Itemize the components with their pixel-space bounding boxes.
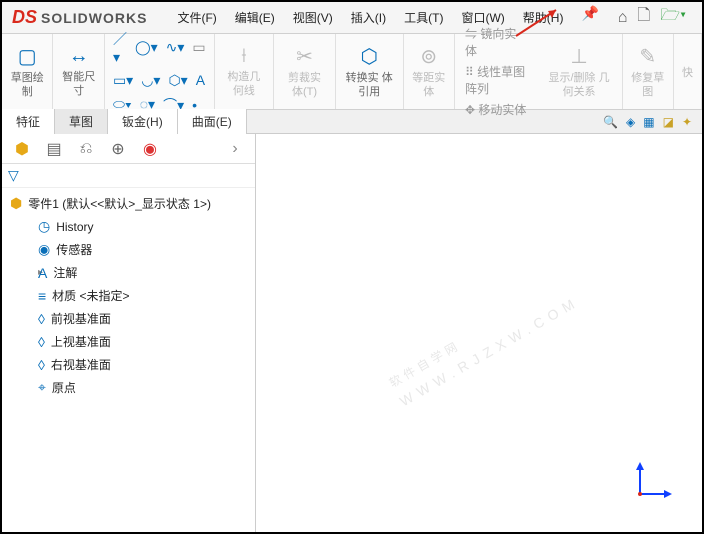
btn-sketch-draw[interactable]: ▢ 草图绘 制 — [2, 34, 53, 109]
tab-sketch[interactable]: 草图 — [55, 109, 108, 134]
menu-tools[interactable]: 工具(T) — [396, 5, 451, 30]
tree-filter[interactable]: ▽ — [2, 164, 255, 188]
tree-root-part[interactable]: ⬢ 零件1 (默认<<默认>_显示状态 1>) — [4, 192, 253, 215]
mirror-icon: ⇋ — [465, 27, 480, 41]
home-icon[interactable]: ⌂ — [618, 9, 628, 27]
polygon-icon[interactable]: ⬡▾ — [168, 72, 187, 89]
btn-linear-pattern[interactable]: ⠿ 线性草图阵列 — [465, 63, 527, 97]
text-icon[interactable]: A — [196, 72, 205, 88]
tree-right-plane[interactable]: ◊ 右视基准面 — [4, 353, 253, 376]
sketch-icon: ▢ — [18, 44, 37, 69]
feature-manager-panel: ⬢ ▤ ⎌ ⊕ ◉ › ▽ ⬢ 零件1 (默认<<默认>_显示状态 1>) ◷ … — [2, 134, 256, 532]
tree-sensors[interactable]: ◉ 传感器 — [4, 238, 253, 261]
config-tab-icon[interactable]: ⎌ — [70, 140, 102, 158]
tree-origin[interactable]: ⌖ 原点 — [4, 376, 253, 399]
btn-move[interactable]: ✥ 移动实体 — [465, 101, 527, 118]
menu-edit[interactable]: 编辑(E) — [227, 5, 283, 30]
sensor-icon: ◉ — [38, 241, 50, 258]
appearance-icon[interactable]: ✦ — [682, 115, 692, 129]
watermark: 软件自学网 WWW.RJZXW.COM — [376, 257, 582, 410]
zoom-fit-icon[interactable]: 🔍 — [603, 115, 618, 129]
ribbon: ▢ 草图绘 制 ↔ 智能尺 寸 ／▾ ◯▾ ∿▾ ▭ ▭▾ ◡▾ ⬡▾ A ⬭▾… — [2, 34, 702, 110]
part-icon: ⬢ — [10, 195, 22, 212]
app-logo: DS SOLIDWORKS — [2, 7, 157, 28]
panel-tab-icons: ⬢ ▤ ⎌ ⊕ ◉ › — [2, 134, 255, 164]
circle-icon[interactable]: ◯▾ — [135, 39, 158, 56]
quick-access-toolbar: ⌂ 🗋 🗁▾ — [618, 4, 702, 31]
btn-trim[interactable]: ✂ 剪裁实 体(T) — [274, 34, 336, 109]
pattern-icon: ⠿ — [465, 65, 477, 79]
tree-history[interactable]: ◷ History — [4, 215, 253, 238]
funnel-icon: ▽ — [8, 167, 19, 184]
menu-bar: 文件(F) 编辑(E) 视图(V) 插入(I) 工具(T) 窗口(W) 帮助(H… — [169, 5, 598, 30]
section-icon[interactable]: ◪ — [663, 115, 674, 129]
tab-surface[interactable]: 曲面(E) — [178, 109, 247, 134]
dimxpert-tab-icon[interactable]: ⊕ — [102, 139, 134, 159]
spline-icon[interactable]: ∿▾ — [166, 39, 185, 56]
btn-show-hide-relations[interactable]: ⊥ 显示/删除 几何关系 — [537, 34, 623, 109]
open-icon[interactable]: 🗁▾ — [660, 4, 686, 31]
expand-icon[interactable]: › — [219, 140, 251, 158]
line-icon[interactable]: ／▾ — [113, 29, 127, 66]
repair-icon: ✎ — [639, 44, 656, 69]
btn-offset[interactable]: ⊚ 等距实 体 — [404, 34, 455, 109]
relations-icon: ⊥ — [570, 44, 587, 69]
btn-convert-entities[interactable]: ⬡ 转换实 体引用 — [336, 34, 404, 109]
offset-icon: ⊚ — [420, 44, 437, 69]
logo-ds: DS — [12, 7, 37, 28]
move-icon: ✥ — [465, 103, 478, 117]
menu-file[interactable]: 文件(F) — [169, 5, 224, 30]
menu-insert[interactable]: 插入(I) — [343, 5, 394, 30]
material-icon: ≡ — [38, 288, 46, 304]
heads-up-toolbar: 🔍 ◈ ▦ ◪ ✦ — [603, 115, 702, 129]
tree-top-plane[interactable]: ◊ 上视基准面 — [4, 330, 253, 353]
view-triad[interactable] — [630, 460, 674, 504]
new-doc-icon[interactable]: 🗋 — [637, 4, 650, 31]
feature-tree: ⬢ 零件1 (默认<<默认>_显示状态 1>) ◷ History ◉ 传感器 … — [2, 188, 255, 403]
logo-solidworks: SOLIDWORKS — [41, 10, 147, 26]
origin-icon: ⌖ — [38, 379, 46, 396]
arc-icon[interactable]: ◡▾ — [141, 72, 160, 89]
main-area: ⬢ ▤ ⎌ ⊕ ◉ › ▽ ⬢ 零件1 (默认<<默认>_显示状态 1>) ◷ … — [2, 134, 702, 532]
menu-view[interactable]: 视图(V) — [285, 5, 341, 30]
dimension-icon: ↔ — [69, 45, 89, 68]
rect2-icon[interactable]: ▭▾ — [113, 72, 133, 89]
display-tab-icon[interactable]: ◉ — [134, 139, 166, 159]
btn-quick[interactable]: 快 — [674, 34, 702, 109]
tree-material[interactable]: ≡ 材质 <未指定> — [4, 284, 253, 307]
btn-smart-dimension[interactable]: ↔ 智能尺 寸 — [53, 34, 104, 109]
trim-icon: ✂ — [296, 44, 313, 69]
graphics-area[interactable]: 软件自学网 WWW.RJZXW.COM — [256, 134, 702, 532]
tree-front-plane[interactable]: ◊ 前视基准面 — [4, 307, 253, 330]
construction-icon: ⟊ — [241, 45, 246, 68]
annotation-icon: A — [38, 265, 47, 281]
modify-sublist: ⇋ 镜向实体 ⠿ 线性草图阵列 ✥ 移动实体 — [455, 34, 537, 109]
tree-annotations[interactable]: ▸ A 注解 — [4, 261, 253, 284]
convert-icon: ⬡ — [360, 44, 377, 69]
btn-construction-geom[interactable]: ⟊ 构造几 何线 — [215, 34, 275, 109]
btn-mirror[interactable]: ⇋ 镜向实体 — [465, 25, 527, 59]
view-orient-icon[interactable]: ◈ — [626, 115, 635, 129]
tab-sheetmetal[interactable]: 钣金(H) — [108, 109, 178, 134]
plane-icon: ◊ — [38, 357, 45, 373]
btn-repair-sketch[interactable]: ✎ 修复草 图 — [623, 34, 674, 109]
history-icon: ◷ — [38, 218, 50, 235]
rect-icon[interactable]: ▭ — [192, 39, 205, 56]
property-tab-icon[interactable]: ▤ — [38, 139, 70, 159]
plane-icon: ◊ — [38, 311, 45, 327]
sketch-entities-group: ／▾ ◯▾ ∿▾ ▭ ▭▾ ◡▾ ⬡▾ A ⬭▾ ◌▾ ⌒▾ • — [105, 34, 215, 109]
tab-feature[interactable]: 特征 — [2, 109, 55, 134]
plane-icon: ◊ — [38, 334, 45, 350]
title-bar: DS SOLIDWORKS 文件(F) 编辑(E) 视图(V) 插入(I) 工具… — [2, 2, 702, 34]
command-manager-tabs: 特征 草图 钣金(H) 曲面(E) 🔍 ◈ ▦ ◪ ✦ — [2, 110, 702, 134]
feature-tree-tab-icon[interactable]: ⬢ — [6, 139, 38, 159]
display-style-icon[interactable]: ▦ — [643, 115, 654, 129]
pin-icon[interactable]: 📌 — [581, 5, 598, 30]
